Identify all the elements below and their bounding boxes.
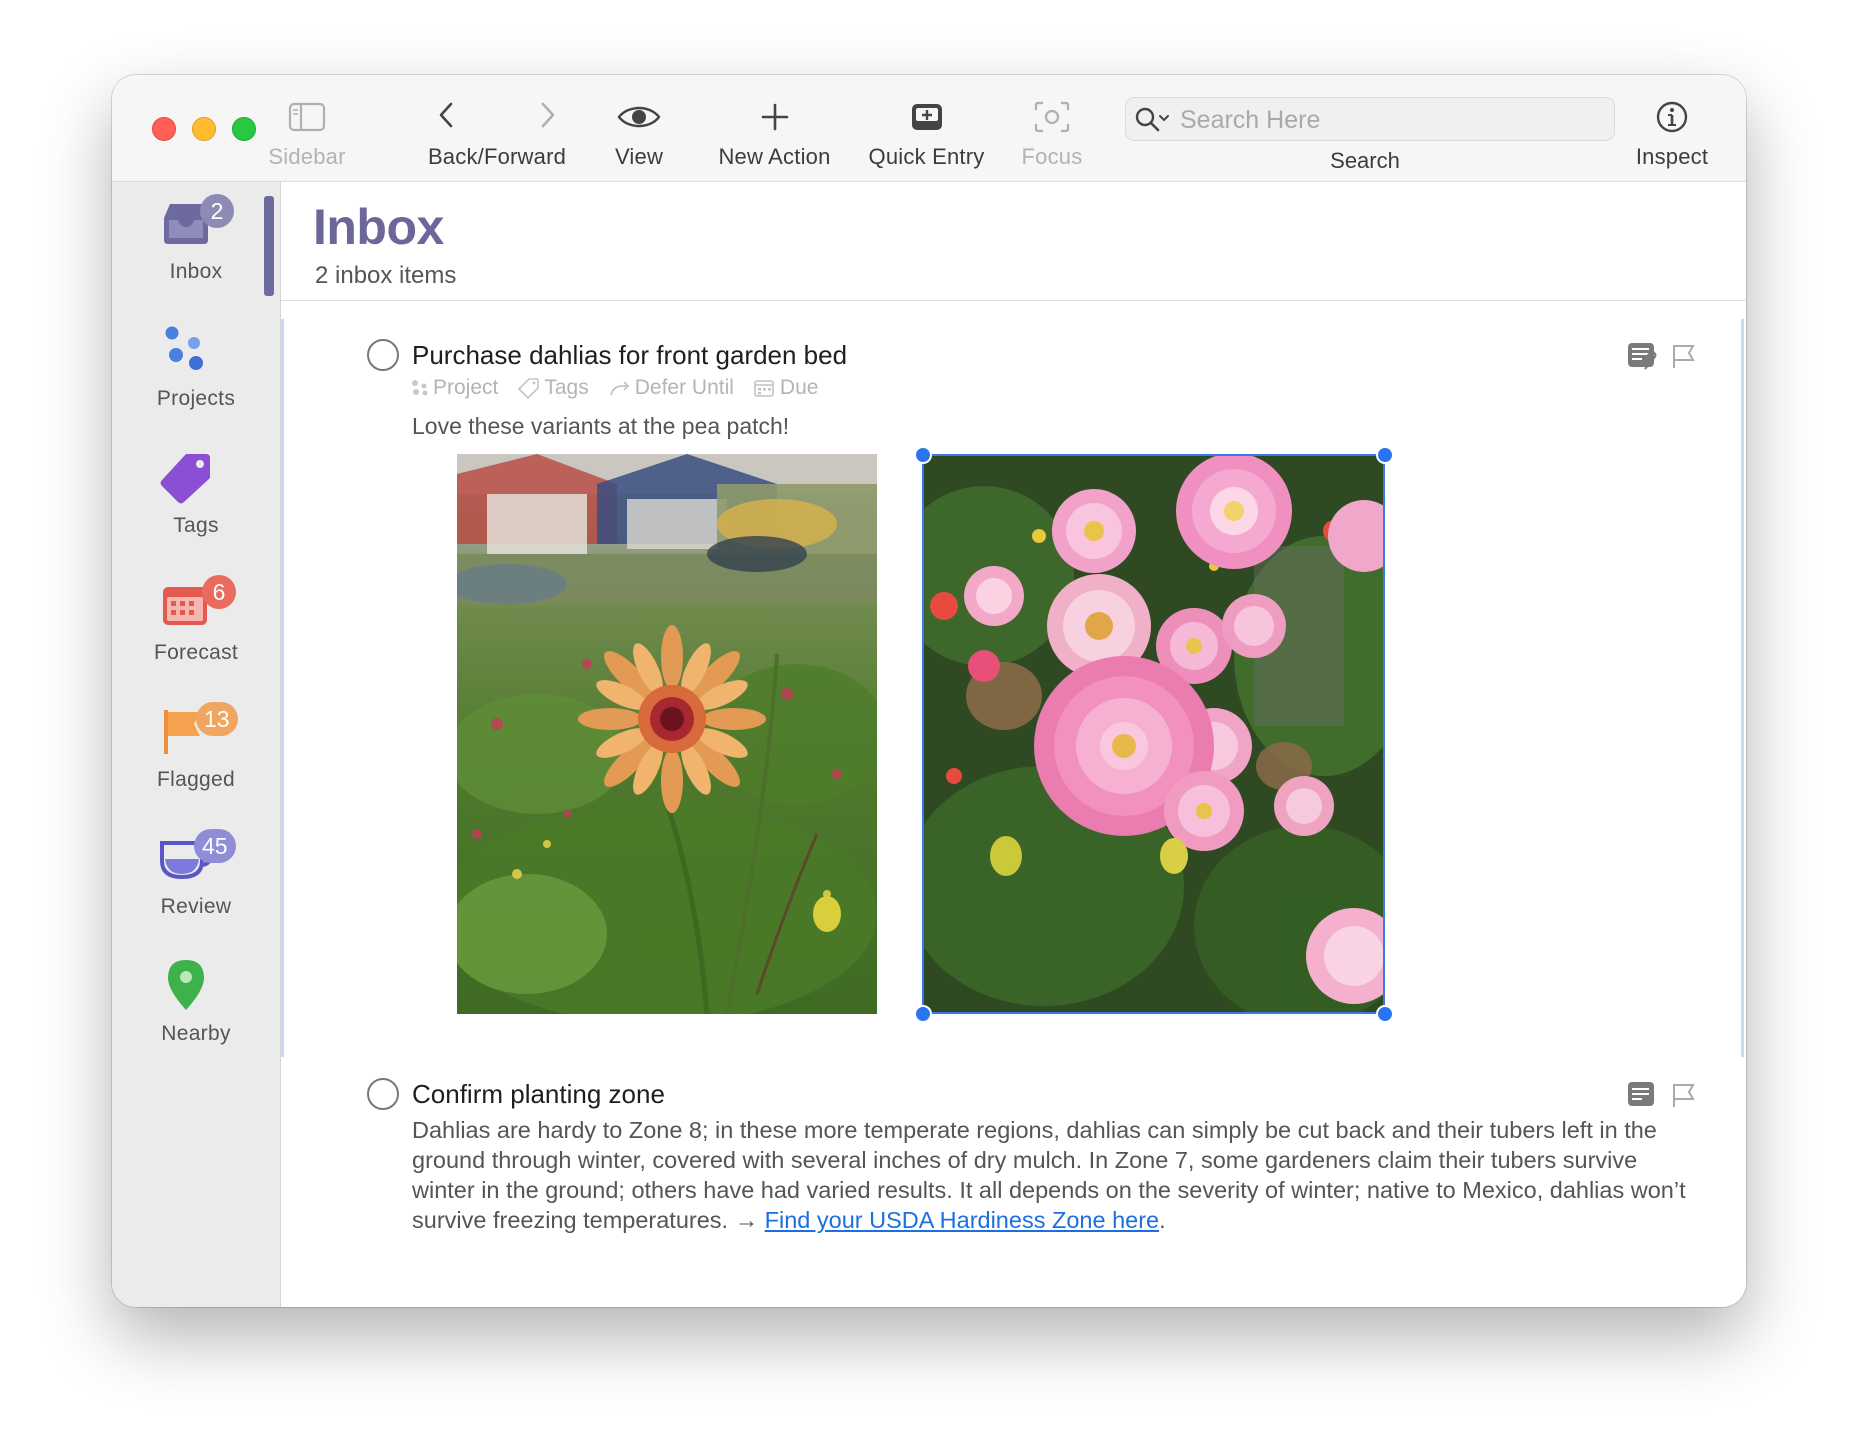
sidebar-item-review[interactable]: 45 Review (112, 817, 280, 927)
review-badge: 45 (194, 829, 236, 863)
sidebar-item-label: Inbox (169, 260, 223, 283)
task-note[interactable]: Dahlias are hardy to Zone 8; in these mo… (412, 1115, 1702, 1235)
flag-outline-icon[interactable] (1671, 342, 1697, 370)
back-forward-label: Back/Forward (427, 144, 567, 169)
search-label: Search (1330, 148, 1400, 173)
quick-entry-label: Quick Entry (868, 144, 985, 169)
flag-outline-icon[interactable] (1671, 1081, 1697, 1109)
defer-arrow-icon (609, 381, 629, 396)
project-dots-icon (412, 380, 428, 396)
flagged-badge: 13 (196, 702, 238, 736)
chevron-right-icon (541, 102, 555, 127)
due-calendar-icon (754, 380, 774, 397)
due-field[interactable]: Due (754, 376, 819, 400)
sidebar-item-flagged[interactable]: 13 Flagged (112, 690, 280, 800)
sidebar-item-tags[interactable]: Tags (112, 436, 280, 546)
sidebar-icon (288, 95, 326, 139)
quick-entry-button[interactable]: Quick Entry (864, 95, 989, 175)
usda-zone-link[interactable]: Find your USDA Hardiness Zone here (765, 1207, 1159, 1233)
new-action-button[interactable]: New Action (712, 95, 837, 175)
tag-icon (160, 454, 210, 504)
page-subtitle: 2 inbox items (315, 262, 457, 289)
zoom-window-button[interactable] (232, 117, 256, 141)
note-attachments (367, 446, 1467, 1023)
task-title[interactable]: Confirm planting zone (412, 1079, 665, 1110)
tags-label: Tags (544, 376, 589, 399)
projects-dots-icon (165, 326, 203, 370)
sidebar-item-label: Review (160, 895, 232, 918)
resize-handle-top-right[interactable] (1376, 446, 1394, 464)
close-window-button[interactable] (152, 117, 176, 141)
selection-outline-right (1741, 319, 1744, 1057)
view-button[interactable]: View (604, 95, 674, 175)
sidebar-item-label: Nearby (161, 1022, 231, 1045)
sidebar-item-label: Tags (173, 514, 219, 537)
focus-button[interactable]: Focus (1012, 95, 1092, 175)
back-button[interactable] (436, 100, 456, 135)
defer-field[interactable]: Defer Until (609, 376, 734, 400)
task-meta-row: Project Tags Defer Until Due (411, 376, 818, 400)
project-label: Project (433, 376, 499, 399)
inspect-label: Inspect (1635, 144, 1709, 169)
dahlia-pink-photo[interactable] (922, 454, 1385, 1014)
tag-outline-icon (518, 378, 540, 399)
sidebar-toggle-label: Sidebar (268, 144, 346, 169)
focus-icon (1033, 95, 1071, 139)
dahlia-orange-photo[interactable] (457, 454, 877, 1014)
search-icon (1134, 106, 1172, 139)
plus-icon (760, 95, 790, 139)
sidebar-item-label: Flagged (157, 768, 235, 791)
sidebar: 2 Inbox Projects Tags 6 Forecast 13 Flag… (112, 182, 281, 1307)
eye-icon (616, 95, 662, 139)
forward-button[interactable] (538, 100, 558, 135)
sidebar-item-forecast[interactable]: 6 Forecast (112, 563, 280, 673)
task-checkbox[interactable] (367, 1078, 399, 1110)
task-row[interactable]: Purchase dahlias for front garden bed Pr… (367, 336, 1727, 1056)
new-action-label: New Action (718, 144, 831, 169)
search-input[interactable] (1178, 102, 1602, 138)
sidebar-item-label: Projects (156, 387, 236, 410)
link-suffix: . (1159, 1207, 1166, 1233)
tags-field[interactable]: Tags (518, 376, 589, 400)
focus-label: Focus (1021, 144, 1083, 169)
resize-handle-top-left[interactable] (914, 446, 932, 464)
due-label: Due (779, 376, 819, 399)
selection-outline-left (281, 319, 284, 1057)
info-icon (1655, 95, 1689, 139)
main-content: Inbox 2 inbox items Purchase dahlias for… (281, 182, 1746, 1307)
quick-entry-tray-icon (910, 95, 944, 139)
task-title[interactable]: Purchase dahlias for front garden bed (412, 340, 847, 371)
inspect-button[interactable]: Inspect (1627, 95, 1717, 175)
inbox-badge: 2 (200, 194, 234, 228)
sidebar-item-inbox[interactable]: 2 Inbox (112, 182, 280, 296)
page-title: Inbox (313, 199, 444, 255)
note-icon[interactable] (1627, 1081, 1657, 1109)
defer-label: Defer Until (634, 376, 734, 399)
minimize-window-button[interactable] (192, 117, 216, 141)
forecast-badge: 6 (202, 575, 236, 609)
toolbar: Sidebar Back/Forward View New Action Qui… (112, 75, 1746, 182)
app-window: Sidebar Back/Forward View New Action Qui… (112, 75, 1746, 1307)
task-row[interactable]: Confirm planting zone Dahlias are hardy … (367, 1075, 1727, 1275)
view-label: View (614, 144, 664, 169)
sidebar-toggle-button[interactable]: Sidebar (262, 95, 352, 175)
sidebar-item-nearby[interactable]: Nearby (112, 944, 280, 1054)
note-attachment-icon[interactable] (1627, 342, 1657, 370)
task-note[interactable]: Love these variants at the pea patch! (412, 411, 789, 441)
location-pin-icon (168, 960, 204, 1010)
task-checkbox[interactable] (367, 339, 399, 371)
sidebar-item-label: Forecast (153, 641, 239, 664)
project-field[interactable]: Project (411, 376, 498, 400)
sidebar-item-projects[interactable]: Projects (112, 309, 280, 419)
perspective-header: Inbox 2 inbox items (281, 182, 1746, 301)
resize-handle-bottom-left[interactable] (914, 1005, 932, 1023)
search-field[interactable] (1125, 97, 1615, 141)
back-forward-control: Back/Forward (422, 95, 572, 175)
chevron-left-icon (439, 102, 453, 127)
resize-handle-bottom-right[interactable] (1376, 1005, 1394, 1023)
